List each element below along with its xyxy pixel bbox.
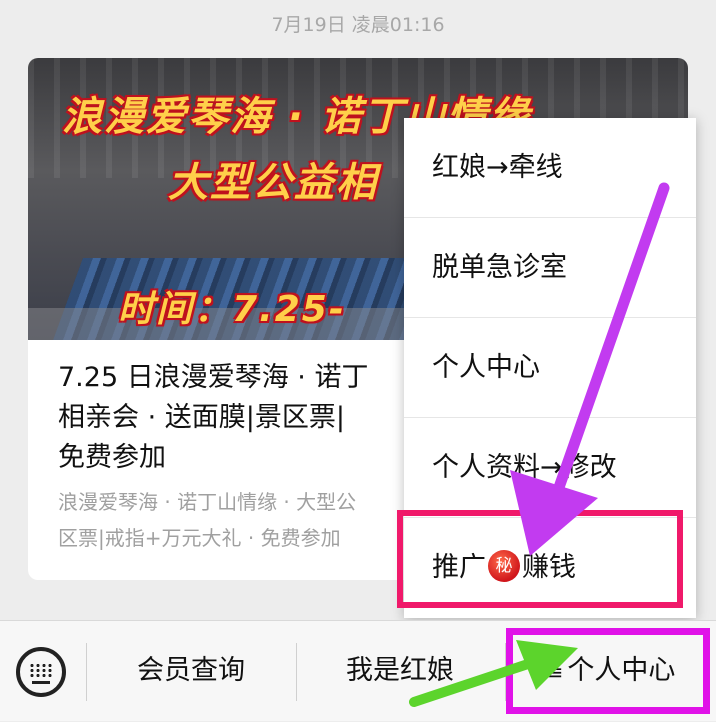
highlight-box-personal-center-tab [506,628,710,714]
banner-date-line: 时间：7.25- [118,289,346,330]
chat-timestamp: 7月19日 凌晨01:16 [271,14,445,36]
tab-matchmaker[interactable]: 我是红娘 [297,621,503,721]
tab-member-query[interactable]: 会员查询 [87,621,295,721]
highlight-box-promote [397,510,683,608]
menu-item-dating-clinic[interactable]: 脱单急诊室 [404,218,696,318]
menu-item-matchmaker[interactable]: 红娘→牵线 [404,118,696,218]
menu-item-edit-profile[interactable]: 个人资料→修改 [404,418,696,518]
banner-title-line2: 大型公益相 [168,160,378,206]
keyboard-toggle-icon[interactable] [16,647,66,697]
menu-item-personal-center[interactable]: 个人中心 [404,318,696,418]
